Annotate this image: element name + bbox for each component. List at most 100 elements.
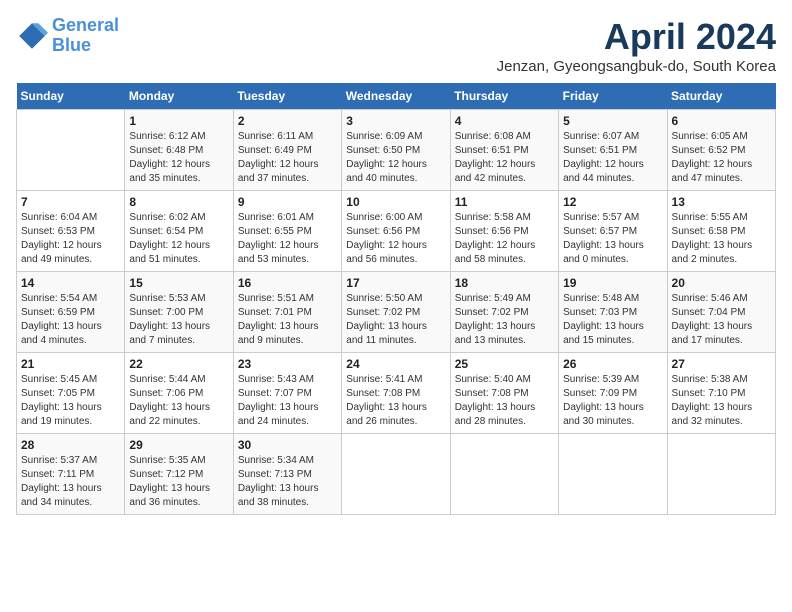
day-number: 19	[563, 276, 662, 290]
header-cell-wednesday: Wednesday	[342, 83, 450, 110]
day-cell: 2 Sunrise: 6:11 AMSunset: 6:49 PMDaylight…	[233, 110, 341, 191]
day-number: 17	[346, 276, 445, 290]
day-number: 15	[129, 276, 228, 290]
day-info: Sunrise: 5:51 AMSunset: 7:01 PMDaylight:…	[238, 292, 337, 348]
day-info: Sunrise: 5:45 AMSunset: 7:05 PMDaylight:…	[21, 373, 120, 429]
day-number: 11	[455, 195, 554, 209]
week-row-4: 28 Sunrise: 5:37 AMSunset: 7:11 PMDayligh…	[17, 434, 776, 515]
day-number: 25	[455, 357, 554, 371]
header-cell-monday: Monday	[125, 83, 233, 110]
day-cell: 18 Sunrise: 5:49 AMSunset: 7:02 PMDayligh…	[450, 272, 558, 353]
logo-line1: General	[52, 15, 119, 35]
day-number: 14	[21, 276, 120, 290]
day-cell: 25Sunrise: 5:40 AMSunset: 7:08 PMDayligh…	[450, 353, 558, 434]
day-cell: 3 Sunrise: 6:09 AMSunset: 6:50 PMDaylight…	[342, 110, 450, 191]
day-info: Sunrise: 6:02 AMSunset: 6:54 PMDaylight:…	[129, 211, 228, 267]
day-info: Sunrise: 5:49 AMSunset: 7:02 PMDaylight:…	[455, 292, 554, 348]
header-cell-saturday: Saturday	[667, 83, 775, 110]
day-info: Sunrise: 6:09 AMSunset: 6:50 PMDaylight:…	[346, 130, 445, 186]
day-number: 28	[21, 438, 120, 452]
logo-text: General Blue	[52, 16, 119, 56]
day-cell: 19Sunrise: 5:48 AMSunset: 7:03 PMDayligh…	[559, 272, 667, 353]
day-cell: 11 Sunrise: 5:58 AMSunset: 6:56 PMDayligh…	[450, 191, 558, 272]
day-cell: 4 Sunrise: 6:08 AMSunset: 6:51 PMDaylight…	[450, 110, 558, 191]
day-number: 5	[563, 114, 662, 128]
day-info: Sunrise: 5:37 AMSunset: 7:11 PMDaylight:…	[21, 454, 120, 510]
day-number: 2	[238, 114, 337, 128]
day-cell: 23Sunrise: 5:43 AMSunset: 7:07 PMDayligh…	[233, 353, 341, 434]
logo-line2: Blue	[52, 35, 91, 55]
day-number: 10	[346, 195, 445, 209]
day-info: Sunrise: 6:00 AMSunset: 6:56 PMDaylight:…	[346, 211, 445, 267]
main-title: April 2024	[497, 16, 776, 58]
day-number: 20	[672, 276, 771, 290]
day-number: 29	[129, 438, 228, 452]
day-cell: 14 Sunrise: 5:54 AMSunset: 6:59 PMDayligh…	[17, 272, 125, 353]
header-cell-sunday: Sunday	[17, 83, 125, 110]
day-number: 6	[672, 114, 771, 128]
day-info: Sunrise: 5:35 AMSunset: 7:12 PMDaylight:…	[129, 454, 228, 510]
day-cell: 10 Sunrise: 6:00 AMSunset: 6:56 PMDayligh…	[342, 191, 450, 272]
day-info: Sunrise: 5:39 AMSunset: 7:09 PMDaylight:…	[563, 373, 662, 429]
header-cell-thursday: Thursday	[450, 83, 558, 110]
day-number: 30	[238, 438, 337, 452]
title-block: April 2024 Jenzan, Gyeongsangbuk-do, Sou…	[497, 16, 776, 75]
day-cell: 21 Sunrise: 5:45 AMSunset: 7:05 PMDayligh…	[17, 353, 125, 434]
week-row-0: 1 Sunrise: 6:12 AMSunset: 6:48 PMDaylight…	[17, 110, 776, 191]
week-row-1: 7Sunrise: 6:04 AMSunset: 6:53 PMDaylight…	[17, 191, 776, 272]
day-number: 1	[129, 114, 228, 128]
day-info: Sunrise: 6:08 AMSunset: 6:51 PMDaylight:…	[455, 130, 554, 186]
day-info: Sunrise: 5:34 AMSunset: 7:13 PMDaylight:…	[238, 454, 337, 510]
day-cell: 9 Sunrise: 6:01 AMSunset: 6:55 PMDaylight…	[233, 191, 341, 272]
day-number: 21	[21, 357, 120, 371]
day-cell: 12Sunrise: 5:57 AMSunset: 6:57 PMDayligh…	[559, 191, 667, 272]
day-info: Sunrise: 6:07 AMSunset: 6:51 PMDaylight:…	[563, 130, 662, 186]
logo-icon	[16, 20, 48, 52]
day-number: 27	[672, 357, 771, 371]
day-info: Sunrise: 5:38 AMSunset: 7:10 PMDaylight:…	[672, 373, 771, 429]
week-row-2: 14 Sunrise: 5:54 AMSunset: 6:59 PMDayligh…	[17, 272, 776, 353]
day-cell	[450, 434, 558, 515]
day-info: Sunrise: 5:53 AMSunset: 7:00 PMDaylight:…	[129, 292, 228, 348]
logo: General Blue	[16, 16, 119, 56]
week-row-3: 21 Sunrise: 5:45 AMSunset: 7:05 PMDayligh…	[17, 353, 776, 434]
day-cell: 22 Sunrise: 5:44 AMSunset: 7:06 PMDayligh…	[125, 353, 233, 434]
header-cell-friday: Friday	[559, 83, 667, 110]
day-number: 13	[672, 195, 771, 209]
day-info: Sunrise: 5:50 AMSunset: 7:02 PMDaylight:…	[346, 292, 445, 348]
day-number: 26	[563, 357, 662, 371]
day-cell: 16 Sunrise: 5:51 AMSunset: 7:01 PMDayligh…	[233, 272, 341, 353]
day-cell: 7Sunrise: 6:04 AMSunset: 6:53 PMDaylight…	[17, 191, 125, 272]
calendar-body: 1 Sunrise: 6:12 AMSunset: 6:48 PMDaylight…	[17, 110, 776, 515]
day-number: 23	[238, 357, 337, 371]
day-cell: 29 Sunrise: 5:35 AMSunset: 7:12 PMDayligh…	[125, 434, 233, 515]
day-number: 4	[455, 114, 554, 128]
day-number: 18	[455, 276, 554, 290]
calendar-header: SundayMondayTuesdayWednesdayThursdayFrid…	[17, 83, 776, 110]
day-info: Sunrise: 6:05 AMSunset: 6:52 PMDaylight:…	[672, 130, 771, 186]
day-cell: 8Sunrise: 6:02 AMSunset: 6:54 PMDaylight…	[125, 191, 233, 272]
day-cell	[342, 434, 450, 515]
day-info: Sunrise: 5:58 AMSunset: 6:56 PMDaylight:…	[455, 211, 554, 267]
day-cell: 20 Sunrise: 5:46 AMSunset: 7:04 PMDayligh…	[667, 272, 775, 353]
day-number: 7	[21, 195, 120, 209]
day-cell: 27 Sunrise: 5:38 AMSunset: 7:10 PMDayligh…	[667, 353, 775, 434]
day-cell	[667, 434, 775, 515]
day-number: 3	[346, 114, 445, 128]
day-cell: 5 Sunrise: 6:07 AMSunset: 6:51 PMDaylight…	[559, 110, 667, 191]
day-cell: 1 Sunrise: 6:12 AMSunset: 6:48 PMDaylight…	[125, 110, 233, 191]
day-number: 22	[129, 357, 228, 371]
page-header: General Blue April 2024 Jenzan, Gyeongsa…	[16, 16, 776, 75]
day-cell	[17, 110, 125, 191]
day-info: Sunrise: 6:12 AMSunset: 6:48 PMDaylight:…	[129, 130, 228, 186]
day-info: Sunrise: 6:01 AMSunset: 6:55 PMDaylight:…	[238, 211, 337, 267]
day-info: Sunrise: 5:54 AMSunset: 6:59 PMDaylight:…	[21, 292, 120, 348]
calendar-table: SundayMondayTuesdayWednesdayThursdayFrid…	[16, 83, 776, 515]
day-info: Sunrise: 5:44 AMSunset: 7:06 PMDaylight:…	[129, 373, 228, 429]
day-number: 9	[238, 195, 337, 209]
day-cell: 6 Sunrise: 6:05 AMSunset: 6:52 PMDaylight…	[667, 110, 775, 191]
day-info: Sunrise: 5:46 AMSunset: 7:04 PMDaylight:…	[672, 292, 771, 348]
day-number: 16	[238, 276, 337, 290]
day-info: Sunrise: 6:11 AMSunset: 6:49 PMDaylight:…	[238, 130, 337, 186]
header-row: SundayMondayTuesdayWednesdayThursdayFrid…	[17, 83, 776, 110]
